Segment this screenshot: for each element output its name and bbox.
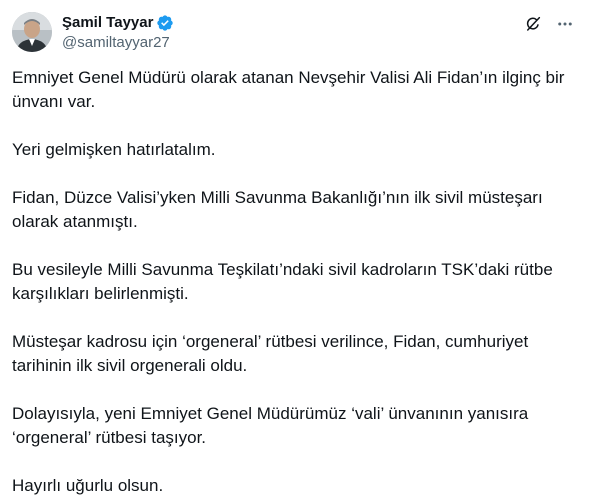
grok-icon[interactable] [523,14,543,34]
author-handle[interactable]: @samiltayyar27 [62,33,170,53]
more-dots-icon[interactable] [555,14,575,34]
verified-badge-icon [156,14,174,32]
author-name-row: Şamil Tayyar [62,13,174,33]
avatar[interactable] [12,12,52,52]
tweet-paragraph: Bu vesileyle Milli Savunma Teşkilatı’nda… [12,260,553,303]
tweet-paragraph: Dolayısıyla, yeni Emniyet Genel Müdürümü… [12,404,529,447]
display-name[interactable]: Şamil Tayyar [62,13,153,33]
tweet-paragraph: Emniyet Genel Müdürü olarak atanan Nevşe… [12,68,565,111]
tweet-paragraph: Yeri gelmişken hatırlatalım. [12,140,216,159]
tweet-paragraph: Hayırlı uğurlu olsun. [12,476,164,495]
profile-photo [12,12,52,52]
tweet-actions [523,14,575,34]
tweet-paragraph: Fidan, Düzce Valisi’yken Milli Savunma B… [12,188,543,231]
tweet-text: Emniyet Genel Müdürü olarak atanan Nevşe… [12,66,574,498]
tweet: Şamil Tayyar @samiltayyar27 Emniyet Gene… [0,0,589,503]
tweet-paragraph: Müsteşar kadrosu için ‘orgeneral’ rütbes… [12,332,529,375]
